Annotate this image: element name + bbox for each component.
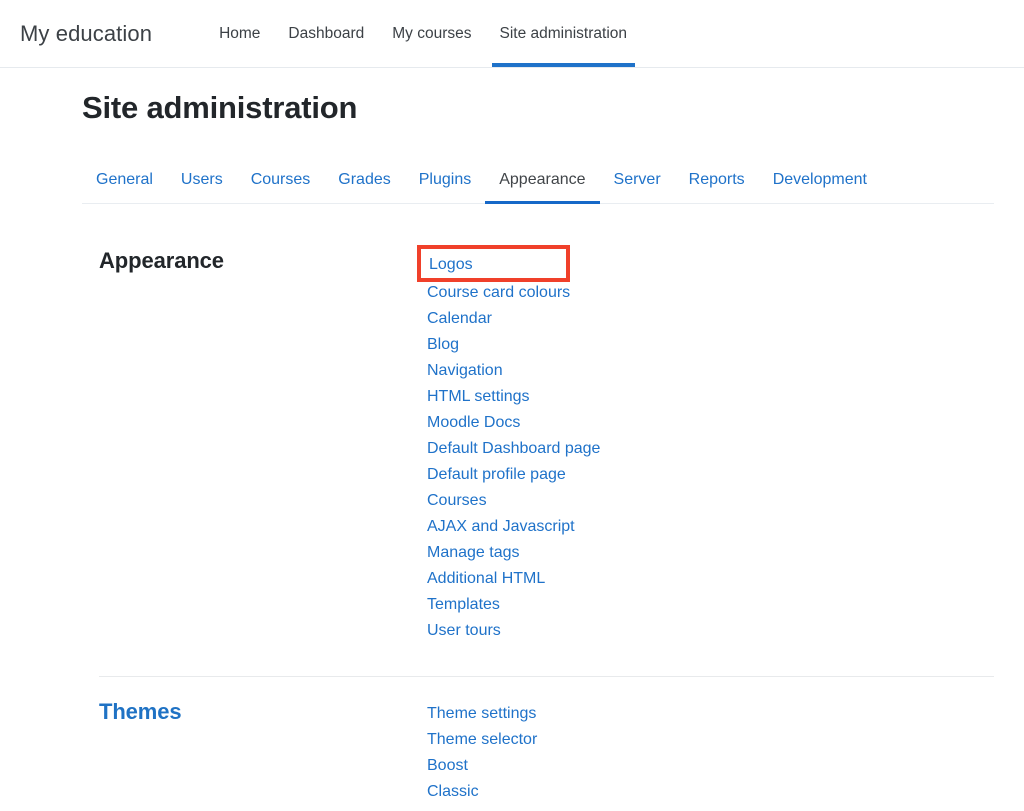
link-classic[interactable]: Classic [427, 783, 479, 800]
tab-development[interactable]: Development [759, 171, 881, 203]
list-item: Blog [427, 332, 600, 358]
nav-link-dashboard[interactable]: Dashboard [288, 0, 364, 67]
link-additional-html[interactable]: Additional HTML [427, 570, 545, 587]
list-item: User tours [427, 618, 600, 644]
tab-grades[interactable]: Grades [324, 171, 404, 203]
themes-link-list: Theme settings Theme selector Boost Clas… [427, 698, 537, 805]
nav-link-my-courses[interactable]: My courses [392, 0, 471, 67]
tab-users[interactable]: Users [167, 171, 237, 203]
link-courses[interactable]: Courses [427, 492, 487, 509]
link-html-settings[interactable]: HTML settings [427, 388, 530, 405]
section-heading-appearance: Appearance [99, 248, 224, 273]
list-item: Logos [417, 245, 600, 282]
section-appearance: Appearance Logos Course card colours Cal… [82, 245, 994, 644]
admin-tab-bar: General Users Courses Grades Plugins App… [82, 152, 994, 204]
list-item: HTML settings [427, 384, 600, 410]
list-item: Additional HTML [427, 566, 600, 592]
link-manage-tags[interactable]: Manage tags [427, 544, 520, 561]
tab-server[interactable]: Server [600, 171, 675, 203]
link-logos[interactable]: Logos [429, 256, 473, 273]
primary-nav: Home Dashboard My courses Site administr… [219, 0, 635, 67]
list-item: Moodle Docs [427, 410, 600, 436]
list-item: Classic [427, 779, 537, 805]
list-item: Calendar [427, 306, 600, 332]
list-item: Navigation [427, 358, 600, 384]
site-brand[interactable]: My education [20, 21, 152, 47]
link-templates[interactable]: Templates [427, 596, 500, 613]
list-item: Default Dashboard page [427, 436, 600, 462]
list-item: Boost [427, 753, 537, 779]
link-user-tours[interactable]: User tours [427, 622, 501, 639]
page-title: Site administration [82, 90, 358, 125]
list-item: AJAX and Javascript [427, 514, 600, 540]
tab-reports[interactable]: Reports [675, 171, 759, 203]
link-navigation[interactable]: Navigation [427, 362, 503, 379]
link-default-dashboard-page[interactable]: Default Dashboard page [427, 440, 600, 457]
link-ajax-and-javascript[interactable]: AJAX and Javascript [427, 518, 575, 535]
tab-plugins[interactable]: Plugins [405, 171, 485, 203]
list-item: Theme selector [427, 727, 537, 753]
link-blog[interactable]: Blog [427, 336, 459, 353]
section-divider [99, 676, 994, 677]
link-course-card-colours[interactable]: Course card colours [427, 284, 570, 301]
logos-highlight-box: Logos [417, 245, 569, 282]
link-moodle-docs[interactable]: Moodle Docs [427, 414, 520, 431]
nav-link-home[interactable]: Home [219, 0, 260, 67]
top-navbar: My education Home Dashboard My courses S… [0, 0, 1024, 68]
nav-link-site-administration[interactable]: Site administration [491, 0, 635, 67]
list-item: Courses [427, 488, 600, 514]
list-item: Course card colours [427, 280, 600, 306]
link-theme-selector[interactable]: Theme selector [427, 731, 537, 748]
section-heading-themes: Themes [99, 699, 182, 724]
tab-general[interactable]: General [84, 171, 167, 203]
link-calendar[interactable]: Calendar [427, 310, 492, 327]
link-default-profile-page[interactable]: Default profile page [427, 466, 566, 483]
list-item: Default profile page [427, 462, 600, 488]
link-boost[interactable]: Boost [427, 757, 468, 774]
page-content: Site administration General Users Course… [0, 90, 1024, 805]
list-item: Theme settings [427, 701, 537, 727]
list-item: Manage tags [427, 540, 600, 566]
section-themes: Themes Theme settings Theme selector Boo… [82, 698, 994, 805]
tab-courses[interactable]: Courses [237, 171, 325, 203]
link-theme-settings[interactable]: Theme settings [427, 705, 536, 722]
tab-appearance[interactable]: Appearance [485, 171, 600, 204]
appearance-link-list: Logos Course card colours Calendar Blog … [417, 245, 600, 644]
list-item: Templates [427, 592, 600, 618]
